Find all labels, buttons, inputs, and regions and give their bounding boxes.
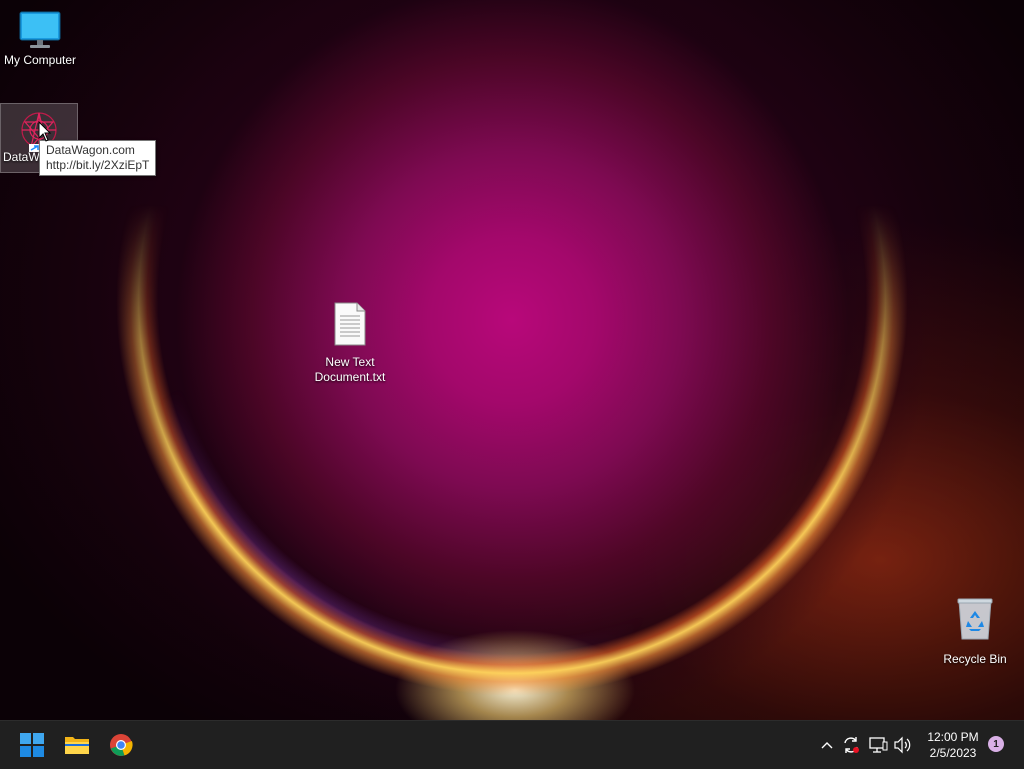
- desktop-icon-label: My Computer: [3, 53, 77, 67]
- desktop-background[interactable]: My Computer DataW New Text Document.txt …: [0, 0, 1024, 720]
- start-icon: [20, 733, 44, 757]
- sync-icon: [844, 737, 859, 753]
- network-icon: [869, 737, 888, 753]
- taskbar-clock[interactable]: 12:00 PM 2/5/2023: [918, 729, 988, 761]
- recycle-bin-icon: [957, 598, 993, 640]
- volume-icon: [894, 736, 911, 754]
- wallpaper-ring-violet: [112, 0, 912, 700]
- volume-tray-button[interactable]: [892, 733, 914, 757]
- show-hidden-icons-button[interactable]: [816, 733, 838, 757]
- monitor-icon: [19, 11, 61, 48]
- desktop-icon-new-text-document[interactable]: New Text Document.txt: [310, 302, 390, 385]
- label-line-2: Document.txt: [314, 370, 386, 384]
- taskbar: 12:00 PM 2/5/2023: [0, 720, 1024, 769]
- wallpaper-ring-glow: [112, 0, 912, 700]
- network-tray-button[interactable]: [867, 733, 889, 757]
- chevron-up-icon: [821, 742, 833, 749]
- desktop-icon-label: DataW: [3, 150, 40, 164]
- text-document-icon: [334, 302, 366, 346]
- desktop-icon-label: New Text Document.txt: [315, 355, 386, 385]
- notification-badge[interactable]: 1: [988, 736, 1004, 752]
- mouse-cursor-icon: [38, 121, 52, 142]
- clock-date: 2/5/2023: [929, 746, 977, 760]
- chrome-button[interactable]: [105, 729, 137, 761]
- sync-tray-button[interactable]: [840, 733, 862, 757]
- tooltip-title: DataWagon.com: [46, 143, 135, 157]
- label-line-1: New Text: [325, 355, 375, 369]
- clock-time: 12:00 PM: [927, 730, 979, 744]
- start-button[interactable]: [16, 729, 48, 761]
- desktop-icon-recycle-bin[interactable]: Recycle Bin: [935, 597, 1015, 667]
- file-explorer-button[interactable]: [61, 729, 93, 761]
- chrome-icon: [110, 734, 133, 756]
- file-explorer-icon: [65, 737, 89, 754]
- desktop-icon-my-computer[interactable]: My Computer: [0, 10, 80, 68]
- tooltip-url: http://bit.ly/2XziEpT: [46, 158, 150, 172]
- shortcut-tooltip: DataWagon.com http://bit.ly/2XziEpT: [39, 140, 157, 176]
- desktop-icon-label: Recycle Bin: [943, 652, 1007, 666]
